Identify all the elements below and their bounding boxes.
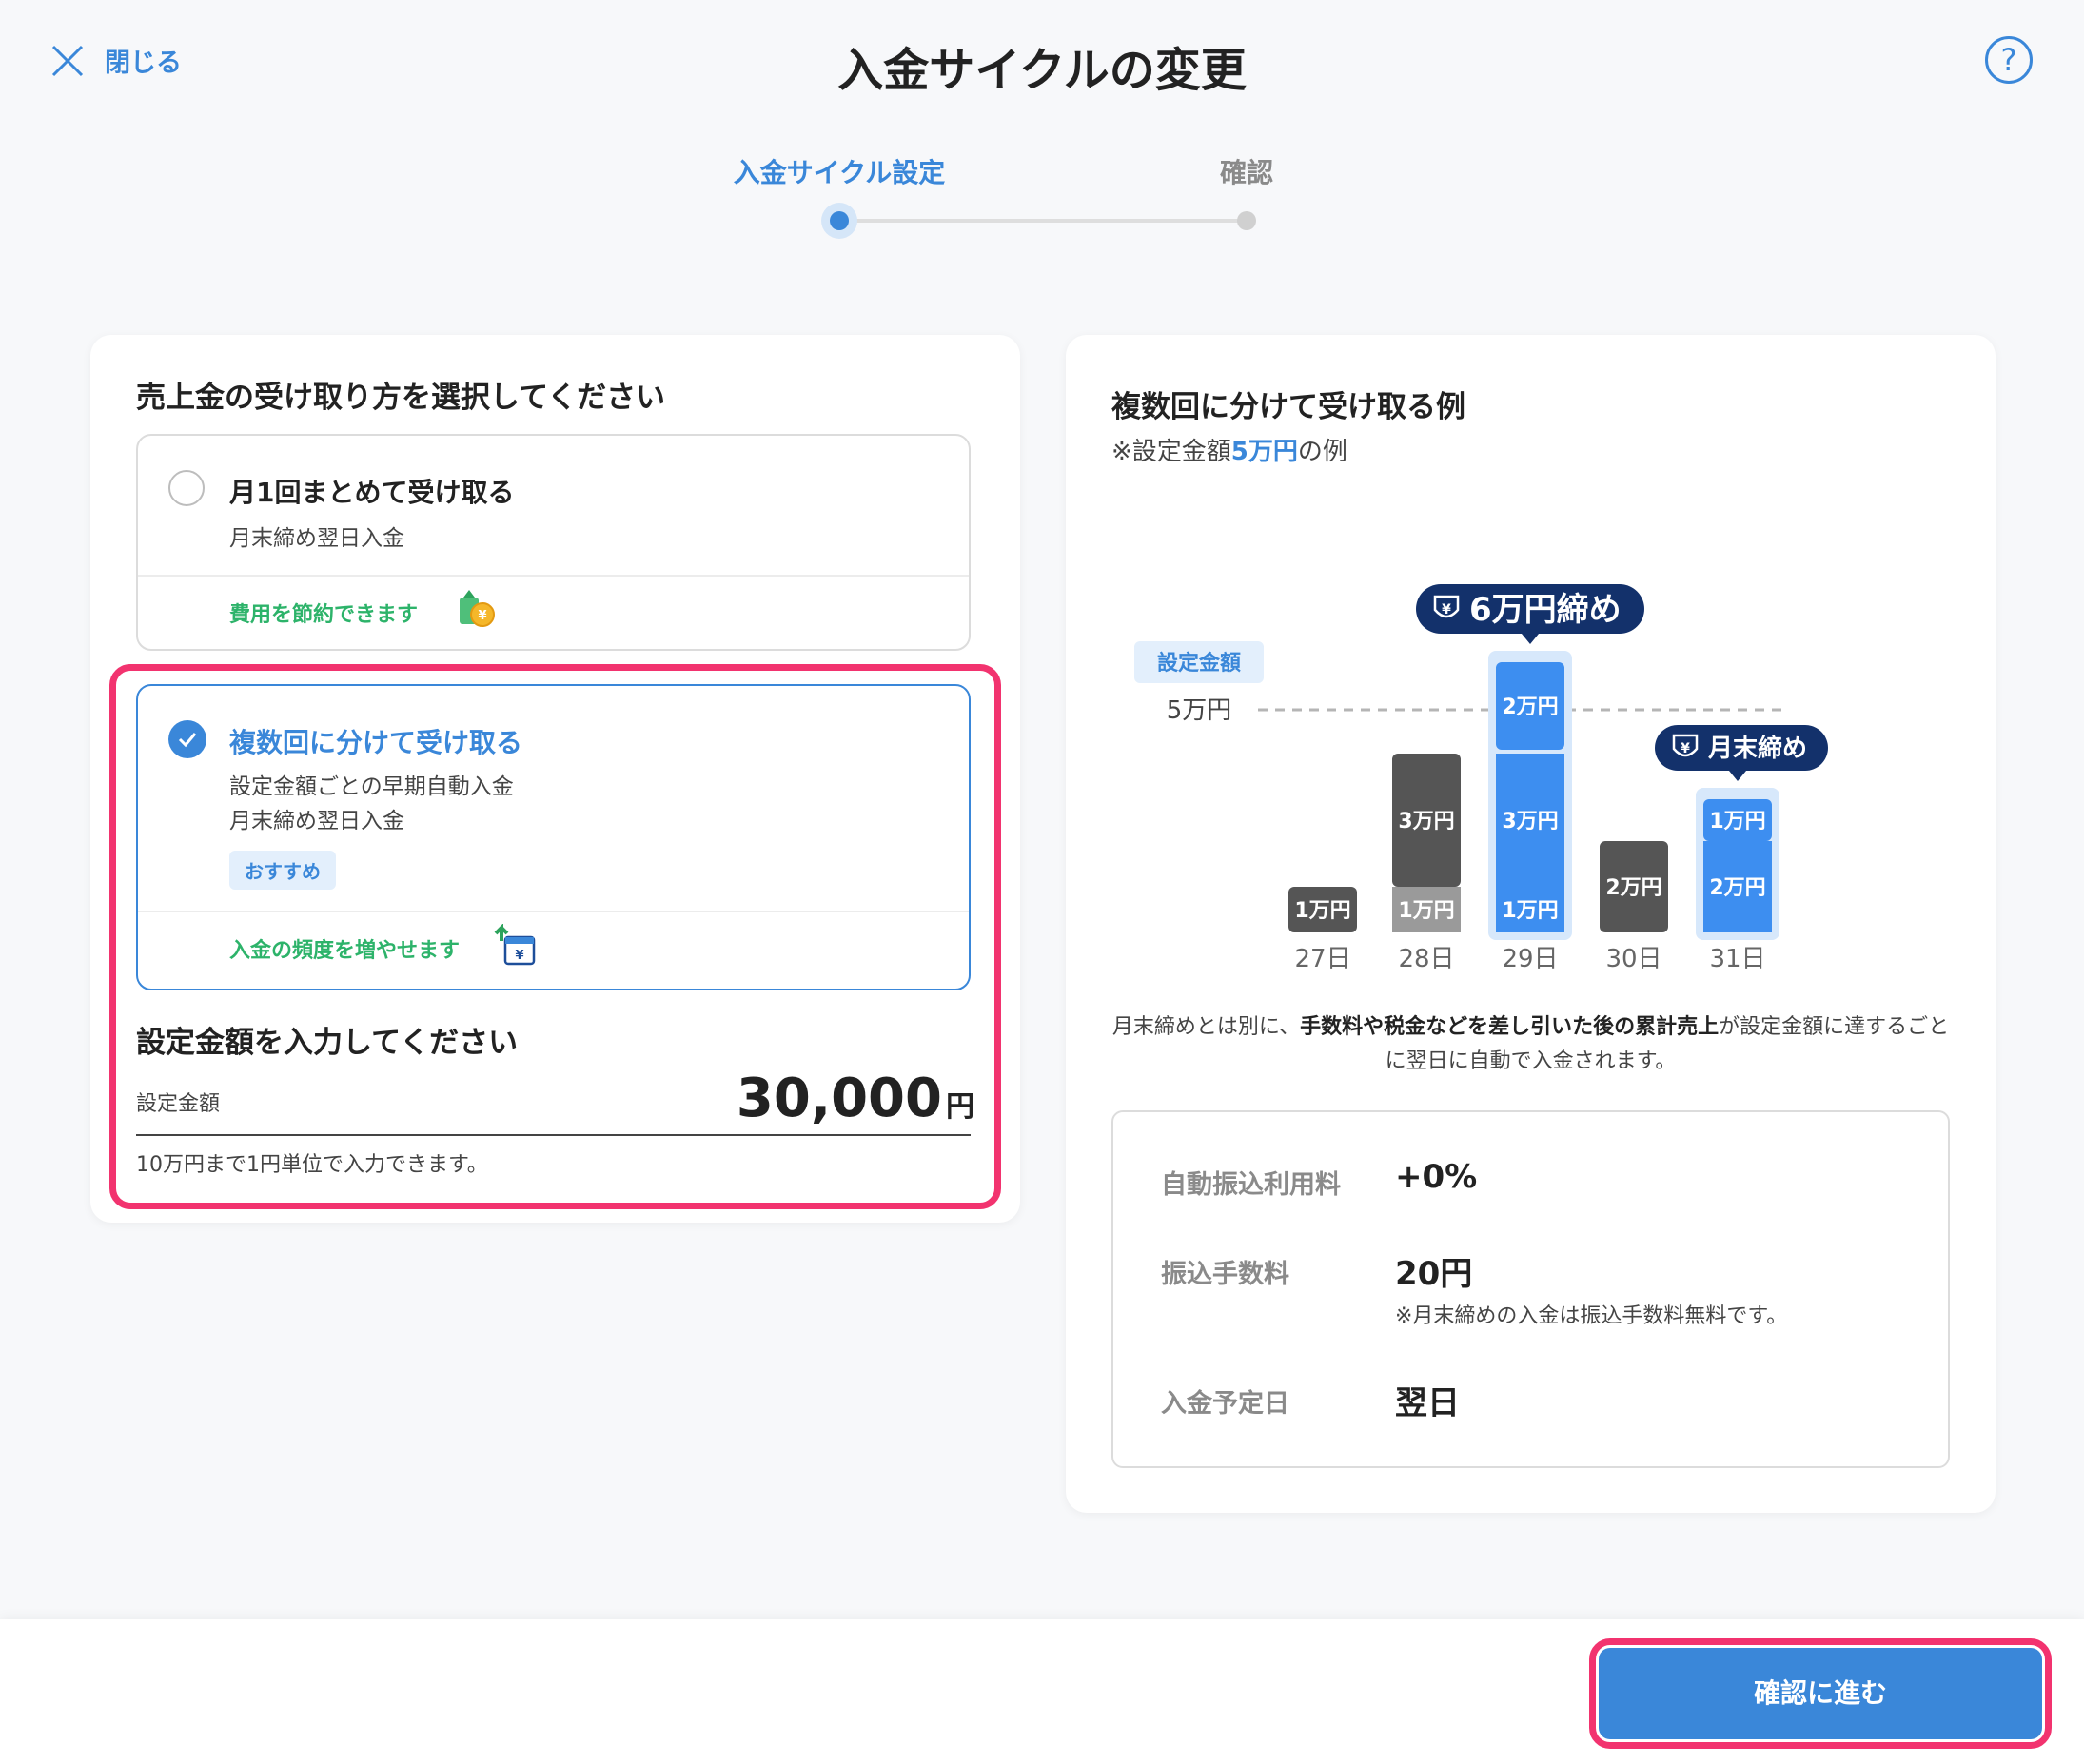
option-monthly-title: 月1回まとめて受け取る — [229, 477, 515, 508]
coin-savings-icon: ¥ — [460, 590, 495, 627]
yen-shield-icon-glyph: ¥ — [1442, 602, 1451, 617]
bar-segment-label: 2万円 — [1502, 696, 1558, 719]
amount-hint: 10万円まで1円単位で入力できます。 — [136, 1153, 488, 1177]
x-tick-label: 31日 — [1709, 945, 1765, 973]
step-line — [839, 219, 1247, 223]
bar-segment-label: 1万円 — [1398, 899, 1454, 923]
option-multiple-benefit: 入金の頻度を増やせます — [229, 939, 461, 963]
example-chart: 設定金額 5万円 1万円 27日 1万円 3万円 28日 1万円 3万円 2万円 29日 2万円 30日… — [1134, 584, 1828, 973]
step-dot-current — [821, 203, 857, 239]
fee-value-deposit-date: 翌日 — [1395, 1384, 1460, 1422]
radio-checked-icon[interactable] — [168, 720, 206, 758]
radio-unchecked-icon[interactable] — [168, 470, 205, 506]
step-label-settings: 入金サイクル設定 — [733, 157, 946, 188]
step-label-confirm: 確認 — [1219, 157, 1274, 188]
calendar-increase-icon: ¥ — [494, 924, 536, 966]
recommended-badge: おすすめ — [229, 851, 336, 890]
option-monthly-desc: 月末締め翌日入金 — [229, 526, 404, 551]
fee-label-deposit-date: 入金予定日 — [1161, 1389, 1289, 1419]
example-card: 複数回に分けて受け取る例 ※設定金額5万円の例 設定金額 5万円 1万円 27日 1万円… — [1066, 335, 1996, 1513]
help-icon[interactable]: ? — [1985, 36, 2033, 84]
callout-label: 月末締め — [1707, 734, 1807, 763]
fee-label-auto-transfer: 自動振込利用料 — [1161, 1170, 1341, 1200]
selection-card: 売上金の受け取り方を選択してください 月1回まとめて受け取る 月末締め翌日入金 … — [90, 335, 1020, 1223]
threshold-label: 5万円 — [1167, 696, 1232, 725]
x-tick-label: 27日 — [1294, 945, 1350, 973]
yen-shield-icon-glyph: ¥ — [1681, 741, 1690, 756]
option-multiple-title: 複数回に分けて受け取る — [229, 727, 523, 758]
callout-pointer — [1522, 634, 1539, 644]
option-monthly-benefit: 費用を節約できます — [229, 603, 419, 627]
amount-unit: 円 — [946, 1090, 974, 1124]
explain-text-bold: 手数料や税金などを差し引いた後の累計売上 — [1300, 1015, 1720, 1039]
callout-pointer — [1729, 771, 1746, 781]
bar-segment-label: 1万円 — [1709, 810, 1765, 833]
bar-segment-label: 1万円 — [1502, 899, 1558, 923]
bar-segment-label: 3万円 — [1398, 810, 1454, 833]
x-tick-label: 30日 — [1605, 945, 1661, 973]
fee-summary: 自動振込利用料 +0% 振込手数料 20円 ※月末締めの入金は振込手数料無料です… — [1111, 1110, 1950, 1468]
selection-title: 売上金の受け取り方を選択してください — [136, 381, 666, 415]
option-multiple-desc-2: 月末締め翌日入金 — [229, 809, 404, 833]
amount-value: 30,000 — [736, 1068, 942, 1129]
amount-title: 設定金額を入力してください — [136, 1026, 519, 1060]
option-divider — [138, 911, 969, 912]
page-title: 入金サイクルの変更 — [837, 44, 1247, 97]
fee-value-auto-transfer: +0% — [1395, 1158, 1478, 1196]
example-explanation: 月末締めとは別に、手数料や税金などを差し引いた後の累計売上が設定金額に達するごと… — [1111, 1010, 1950, 1079]
option-multiple-desc-1: 設定金額ごとの早期自動入金 — [229, 774, 514, 799]
option-multiple[interactable]: 複数回に分けて受け取る 設定金額ごとの早期自動入金 月末締め翌日入金 おすすめ … — [136, 684, 971, 990]
svg-text:¥: ¥ — [515, 949, 523, 963]
svg-text:¥: ¥ — [478, 609, 486, 623]
fee-label-transfer: 振込手数料 — [1161, 1260, 1289, 1289]
option-monthly[interactable]: 月1回まとめて受け取る 月末締め翌日入金 費用を節約できます ¥ — [136, 434, 971, 651]
threshold-badge-label: 設定金額 — [1157, 651, 1241, 676]
amount-underline — [136, 1134, 971, 1136]
option-divider — [138, 575, 969, 577]
explain-text-1: 月末締めとは別に、 — [1111, 1015, 1301, 1039]
amount-label: 設定金額 — [136, 1092, 221, 1116]
fee-note-transfer: ※月末締めの入金は振込手数料無料です。 — [1395, 1304, 1788, 1328]
callout-label: 6万円締め — [1469, 591, 1622, 629]
bar-segment-label: 2万円 — [1605, 876, 1661, 900]
bar-segment-label: 1万円 — [1294, 899, 1350, 923]
bar-segment-label: 3万円 — [1502, 810, 1558, 833]
bar-segment-label: 2万円 — [1709, 876, 1765, 900]
step-dot-pending — [1237, 211, 1256, 230]
fee-value-transfer: 20円 — [1395, 1255, 1473, 1293]
x-tick-label: 29日 — [1502, 945, 1558, 973]
amount-input[interactable]: 30,000 円 — [737, 1068, 974, 1129]
x-tick-label: 28日 — [1398, 945, 1454, 973]
next-button[interactable]: 確認に進む — [1599, 1648, 2042, 1739]
